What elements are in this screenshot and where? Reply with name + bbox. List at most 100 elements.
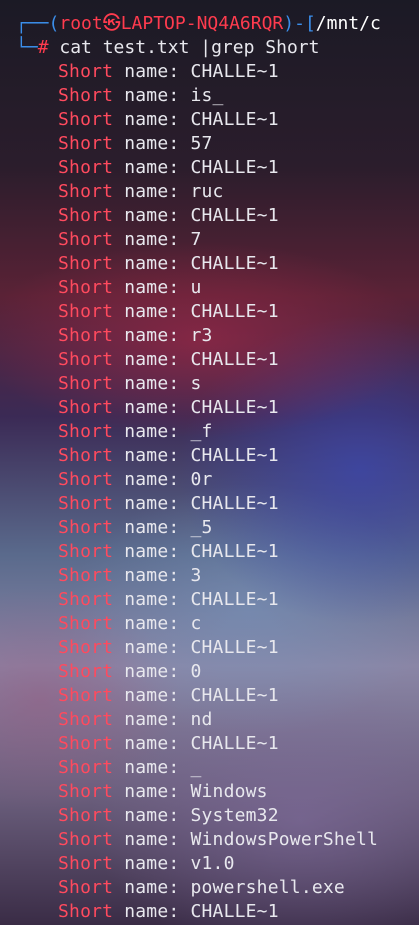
output-line: Short name: System32 [58, 804, 279, 828]
short-name-value: v1.0 [190, 853, 235, 874]
match-keyword: Short [58, 853, 114, 874]
output-line: Short name: _5 [58, 516, 213, 540]
match-keyword: Short [58, 613, 114, 634]
field-label: name: [113, 541, 191, 562]
match-keyword: Short [58, 805, 114, 826]
match-keyword: Short [58, 181, 114, 202]
field-label: name: [113, 109, 191, 130]
field-label: name: [113, 901, 191, 922]
field-label: name: [113, 613, 191, 634]
output-line: Short name: CHALLE~1 [58, 252, 279, 276]
field-label: name: [113, 781, 191, 802]
match-keyword: Short [58, 565, 114, 586]
output-line: Short name: CHALLE~1 [58, 588, 279, 612]
output-line: Short name: CHALLE~1 [58, 108, 279, 132]
short-name-value: r3 [190, 325, 213, 346]
output-line: Short name: _f [58, 420, 213, 444]
field-label: name: [113, 181, 191, 202]
short-name-value: _f [190, 421, 213, 442]
match-keyword: Short [58, 637, 114, 658]
short-name-value: Windows [190, 781, 268, 802]
short-name-value: CHALLE~1 [190, 205, 279, 226]
output-line: Short name: r3 [58, 324, 213, 348]
short-name-value: CHALLE~1 [190, 61, 279, 82]
field-label: name: [113, 757, 191, 778]
output-line: Short name: CHALLE~1 [58, 444, 279, 468]
field-label: name: [113, 157, 191, 178]
short-name-value: CHALLE~1 [190, 157, 279, 178]
prompt-corner-top: ┌──( [16, 13, 60, 34]
match-keyword: Short [58, 109, 114, 130]
field-label: name: [113, 373, 191, 394]
output-line: Short name: CHALLE~1 [58, 348, 279, 372]
field-label: name: [113, 685, 191, 706]
output-line: Short name: CHALLE~1 [58, 60, 279, 84]
field-label: name: [113, 589, 191, 610]
short-name-value: CHALLE~1 [190, 637, 279, 658]
match-keyword: Short [58, 661, 114, 682]
output-line: Short name: _ [58, 756, 202, 780]
short-name-value: c [190, 613, 202, 634]
output-line: Short name: v1.0 [58, 852, 235, 876]
field-label: name: [113, 517, 191, 538]
short-name-value: 57 [190, 133, 213, 154]
field-label: name: [113, 301, 191, 322]
output-line: Short name: 3 [58, 564, 202, 588]
short-name-value: nd [190, 709, 213, 730]
output-line: Short name: c [58, 612, 202, 636]
output-line: Short name: CHALLE~1 [58, 684, 279, 708]
output-line: Short name: CHALLE~1 [58, 156, 279, 180]
match-keyword: Short [58, 301, 114, 322]
output-line: Short name: CHALLE~1 [58, 900, 279, 924]
short-name-value: u [190, 277, 202, 298]
match-keyword: Short [58, 61, 114, 82]
output-line: Short name: CHALLE~1 [58, 396, 279, 420]
output-line: Short name: s [58, 372, 202, 396]
output-line: Short name: nd [58, 708, 213, 732]
short-name-value: CHALLE~1 [190, 733, 279, 754]
short-name-value: CHALLE~1 [190, 685, 279, 706]
short-name-value: 0r [190, 469, 213, 490]
prompt-cwd: /mnt/c [315, 13, 381, 34]
output-line: Short name: WindowsPowerShell [58, 828, 378, 852]
short-name-value: CHALLE~1 [190, 541, 279, 562]
prompt-hash: # [37, 37, 49, 58]
short-name-value: _5 [190, 517, 213, 538]
short-name-value: ruc [190, 181, 224, 202]
output-line: Short name: CHALLE~1 [58, 204, 279, 228]
match-keyword: Short [58, 397, 114, 418]
field-label: name: [113, 325, 191, 346]
field-label: name: [113, 829, 191, 850]
match-keyword: Short [58, 253, 114, 274]
match-keyword: Short [58, 493, 114, 514]
short-name-value: CHALLE~1 [190, 253, 279, 274]
match-keyword: Short [58, 469, 114, 490]
match-keyword: Short [58, 229, 114, 250]
field-label: name: [113, 397, 191, 418]
prompt-corner-bottom: └─ [16, 37, 38, 58]
match-keyword: Short [58, 349, 114, 370]
field-label: name: [113, 565, 191, 586]
output-line: Short name: CHALLE~1 [58, 636, 279, 660]
short-name-value: CHALLE~1 [190, 397, 279, 418]
output-line: Short name: 0 [58, 660, 202, 684]
prompt-user-host: root㉿LAPTOP-NQ4A6RQR [59, 13, 284, 34]
short-name-value: WindowsPowerShell [190, 829, 379, 850]
short-name-value: CHALLE~1 [190, 589, 279, 610]
match-keyword: Short [58, 733, 114, 754]
field-label: name: [113, 85, 191, 106]
field-label: name: [113, 205, 191, 226]
short-name-value: is_ [190, 85, 224, 106]
prompt-line: ┌──(root㉿LAPTOP-NQ4A6RQR)-[/mnt/c [16, 12, 381, 36]
output-line: Short name: CHALLE~1 [58, 732, 279, 756]
short-name-value: 7 [190, 229, 202, 250]
match-keyword: Short [58, 445, 114, 466]
field-label: name: [113, 661, 191, 682]
field-label: name: [113, 61, 191, 82]
short-name-value: 0 [190, 661, 202, 682]
field-label: name: [113, 877, 191, 898]
field-label: name: [113, 493, 191, 514]
field-label: name: [113, 349, 191, 370]
field-label: name: [113, 805, 191, 826]
short-name-value: s [190, 373, 202, 394]
